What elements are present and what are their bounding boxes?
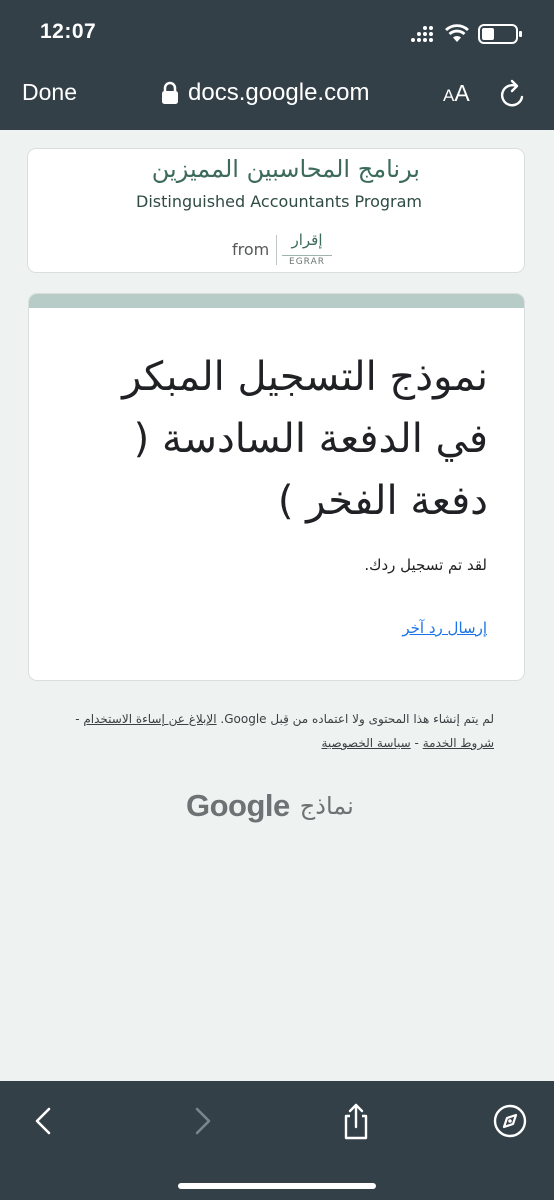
text-size-big-glyph: A xyxy=(454,80,470,106)
brand-divider xyxy=(276,235,277,265)
privacy-policy-link[interactable]: سياسة الخصوصية xyxy=(321,736,410,750)
confirmation-message: لقد تم تسجيل ردك. xyxy=(364,556,487,574)
battery-icon xyxy=(478,24,522,44)
egrar-logo-latin: EGRAR xyxy=(282,255,332,267)
forms-wordmark: نماذج xyxy=(299,792,354,820)
share-icon[interactable] xyxy=(336,1101,376,1141)
home-indicator xyxy=(178,1183,376,1189)
form-title: نموذج التسجيل المبكر في الدفعة السادسة (… xyxy=(122,354,488,524)
address-bar[interactable]: docs.google.com xyxy=(160,78,369,108)
url-text: docs.google.com xyxy=(188,79,370,106)
terms-of-service-link[interactable]: شروط الخدمة xyxy=(423,736,494,750)
google-disclaimer: لم يتم إنشاء هذا المحتوى ولا اعتماده من … xyxy=(54,707,494,755)
back-icon[interactable] xyxy=(24,1101,64,1141)
browser-top-bar: 12:07 Done docs.google.com AA xyxy=(0,0,554,130)
from-label: from xyxy=(232,240,270,259)
compass-icon[interactable] xyxy=(490,1101,530,1141)
form-response-card: نموذج التسجيل المبكر في الدفعة السادسة (… xyxy=(28,293,525,681)
signal-icon xyxy=(411,26,433,42)
text-size-button[interactable]: AA xyxy=(443,80,470,107)
lock-icon xyxy=(162,81,178,104)
disclaimer-text: لم يتم إنشاء هذا المحتوى ولا اعتماده من … xyxy=(220,712,494,726)
reload-icon[interactable] xyxy=(498,78,528,110)
program-header-card: برنامج المحاسبين المميزين Distinguished … xyxy=(27,148,525,273)
egrar-logo-arabic: إقرار xyxy=(291,231,323,249)
submit-another-response-link[interactable]: إرسال رد آخر xyxy=(402,619,487,637)
program-name-arabic: برنامج المحاسبين المميزين xyxy=(151,155,420,183)
egrar-logo: إقرار EGRAR xyxy=(282,231,332,269)
text-size-small-glyph: A xyxy=(443,86,455,105)
forward-icon[interactable] xyxy=(182,1101,222,1141)
status-time: 12:07 xyxy=(40,20,97,43)
report-abuse-link[interactable]: الإبلاغ عن إساءة الاستخدام xyxy=(83,712,216,726)
separator-1: - xyxy=(75,712,80,726)
program-name-english: Distinguished Accountants Program xyxy=(136,192,423,211)
separator-2: - xyxy=(414,736,419,750)
google-wordmark: Google xyxy=(186,788,290,823)
done-button[interactable]: Done xyxy=(22,79,77,106)
card-accent-bar xyxy=(29,294,524,308)
wifi-icon xyxy=(445,24,469,42)
google-forms-logo[interactable]: Google نماذج xyxy=(186,786,376,826)
